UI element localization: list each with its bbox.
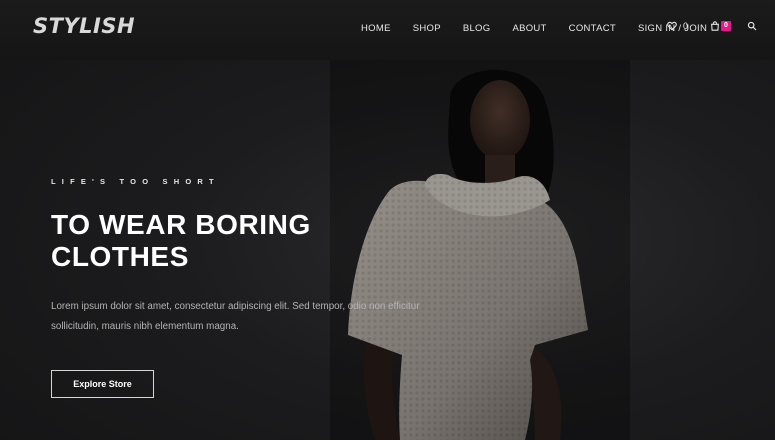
nav-item-blog[interactable]: BLOG — [463, 23, 491, 34]
hero-description: Lorem ipsum dolor sit amet, consectetur … — [51, 301, 420, 332]
nav-item-about[interactable]: ABOUT — [512, 23, 546, 34]
search-button[interactable] — [747, 21, 757, 31]
hero-headline-line-1: TO WEAR BORING — [51, 209, 311, 240]
wishlist-count: 0 — [683, 21, 689, 31]
wishlist-button[interactable]: 0 — [667, 21, 710, 31]
nav-item-contact[interactable]: CONTACT — [569, 23, 616, 34]
search-icon — [747, 21, 757, 31]
main-nav: HOME SHOP BLOG ABOUT CONTACT SIGN IN / J… — [361, 23, 707, 34]
site-logo[interactable]: STYLISH — [33, 14, 135, 38]
cart-button[interactable]: 0 — [710, 21, 731, 31]
heart-icon — [667, 21, 677, 31]
hero-model-image — [330, 60, 630, 440]
shopping-bag-icon — [711, 21, 719, 31]
hero-page: STYLISH HOME SHOP BLOG ABOUT CONTACT SIG… — [0, 0, 775, 440]
nav-item-home[interactable]: HOME — [361, 23, 391, 34]
hero-headline-line-2: CLOTHES — [51, 241, 189, 272]
nav-item-shop[interactable]: SHOP — [413, 23, 441, 34]
cart-count-badge: 0 — [721, 21, 731, 31]
explore-store-button[interactable]: Explore Store — [51, 370, 154, 398]
site-header: STYLISH HOME SHOP BLOG ABOUT CONTACT SIG… — [0, 0, 775, 60]
header-actions: 0 0 — [667, 21, 757, 31]
hero-headline: TO WEAR BORING CLOTHES — [51, 209, 371, 273]
hero-eyebrow: LIFE'S TOO SHORT — [51, 177, 220, 186]
